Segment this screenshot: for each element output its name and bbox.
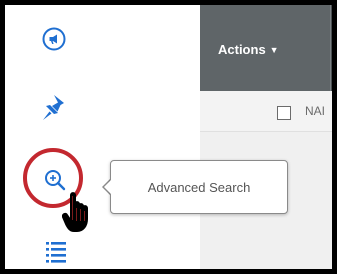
actions-label: Actions	[218, 42, 266, 57]
column-header-name[interactable]: NAI	[305, 104, 325, 118]
tooltip-text: Advanced Search	[147, 179, 251, 195]
tooltip-pointer-fill	[104, 179, 112, 195]
hand-cursor-icon	[61, 190, 96, 239]
screenshot-frame: Actions ▼ NAI Advanced Search	[0, 0, 337, 274]
megaphone-icon[interactable]	[42, 27, 66, 56]
pin-icon[interactable]	[41, 93, 67, 128]
advanced-search-tooltip: Advanced Search	[110, 160, 288, 214]
data-grid: Actions ▼	[200, 5, 332, 269]
header-divider	[330, 5, 331, 91]
actions-dropdown-button[interactable]: Actions ▼	[218, 42, 279, 57]
left-sidebar	[5, 5, 100, 269]
content-spacer	[99, 5, 200, 269]
grid-toolbar: Actions ▼	[200, 5, 332, 91]
caret-down-icon: ▼	[269, 44, 279, 55]
select-all-checkbox[interactable]	[277, 106, 291, 120]
list-icon[interactable]	[46, 241, 66, 268]
